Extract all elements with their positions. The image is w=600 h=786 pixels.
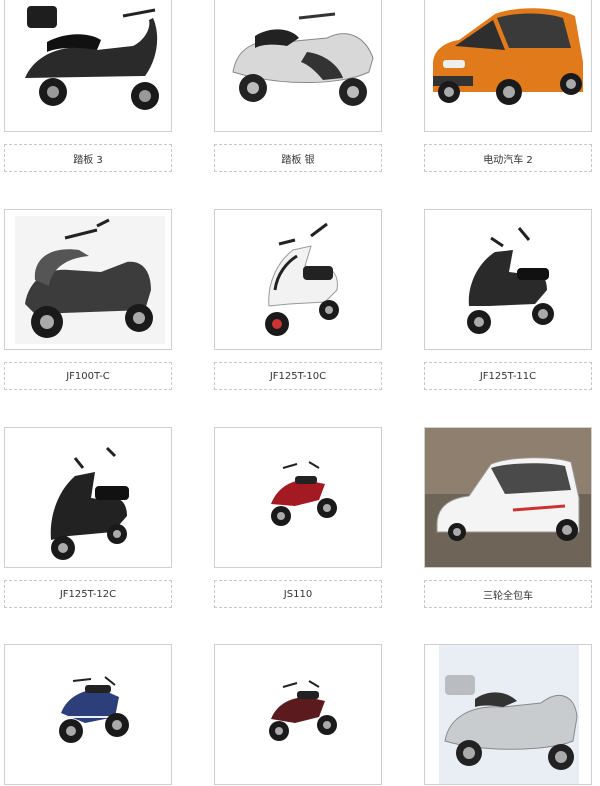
scooter-white-icon: [265, 222, 339, 336]
maxi-scooter-silver-icon: [439, 645, 579, 784]
product-thumbnail[interactable]: [424, 0, 592, 132]
product-thumbnail[interactable]: [4, 209, 172, 350]
product-thumbnail[interactable]: [214, 209, 382, 350]
product-name[interactable]: 电动汽车 2: [424, 144, 592, 172]
product-grid: 踏板 3 踏板 银 电动汽车 2 JF100T-C JF125T-10C JF1…: [0, 0, 600, 786]
product-thumbnail[interactable]: [424, 644, 592, 785]
product-name[interactable]: 踏板 银: [214, 144, 382, 172]
sport-motorcycle-blue-icon: [59, 676, 129, 743]
product-thumbnail[interactable]: [214, 644, 382, 785]
product-name[interactable]: 三轮全包车: [424, 580, 592, 608]
enclosed-tricycle-white-icon: [425, 428, 591, 567]
product-thumbnail[interactable]: [214, 0, 382, 132]
product-thumbnail[interactable]: [424, 427, 592, 568]
product-thumbnail[interactable]: [214, 427, 382, 568]
product-thumbnail[interactable]: [4, 644, 172, 785]
product-thumbnail[interactable]: [4, 0, 172, 132]
underbone-motorcycle-red-icon: [271, 461, 337, 526]
product-thumbnail[interactable]: [4, 427, 172, 568]
product-name[interactable]: JS110: [214, 580, 382, 608]
scooter-black-topcase-icon: [25, 6, 159, 110]
product-name[interactable]: JF100T-C: [4, 362, 172, 390]
scooter-black-icon: [467, 227, 554, 334]
underbone-motorcycle-red-icon: [269, 680, 337, 741]
product-name[interactable]: JF125T-12C: [4, 580, 172, 608]
product-name[interactable]: 踏板 3: [4, 144, 172, 172]
scooter-black-icon: [50, 446, 129, 560]
electric-car-orange-icon: [433, 8, 583, 105]
scooter-silver-icon: [232, 12, 374, 106]
product-name[interactable]: JF125T-10C: [214, 362, 382, 390]
product-name[interactable]: JF125T-11C: [424, 362, 592, 390]
scooter-grey-icon: [15, 216, 165, 344]
product-thumbnail[interactable]: [424, 209, 592, 350]
